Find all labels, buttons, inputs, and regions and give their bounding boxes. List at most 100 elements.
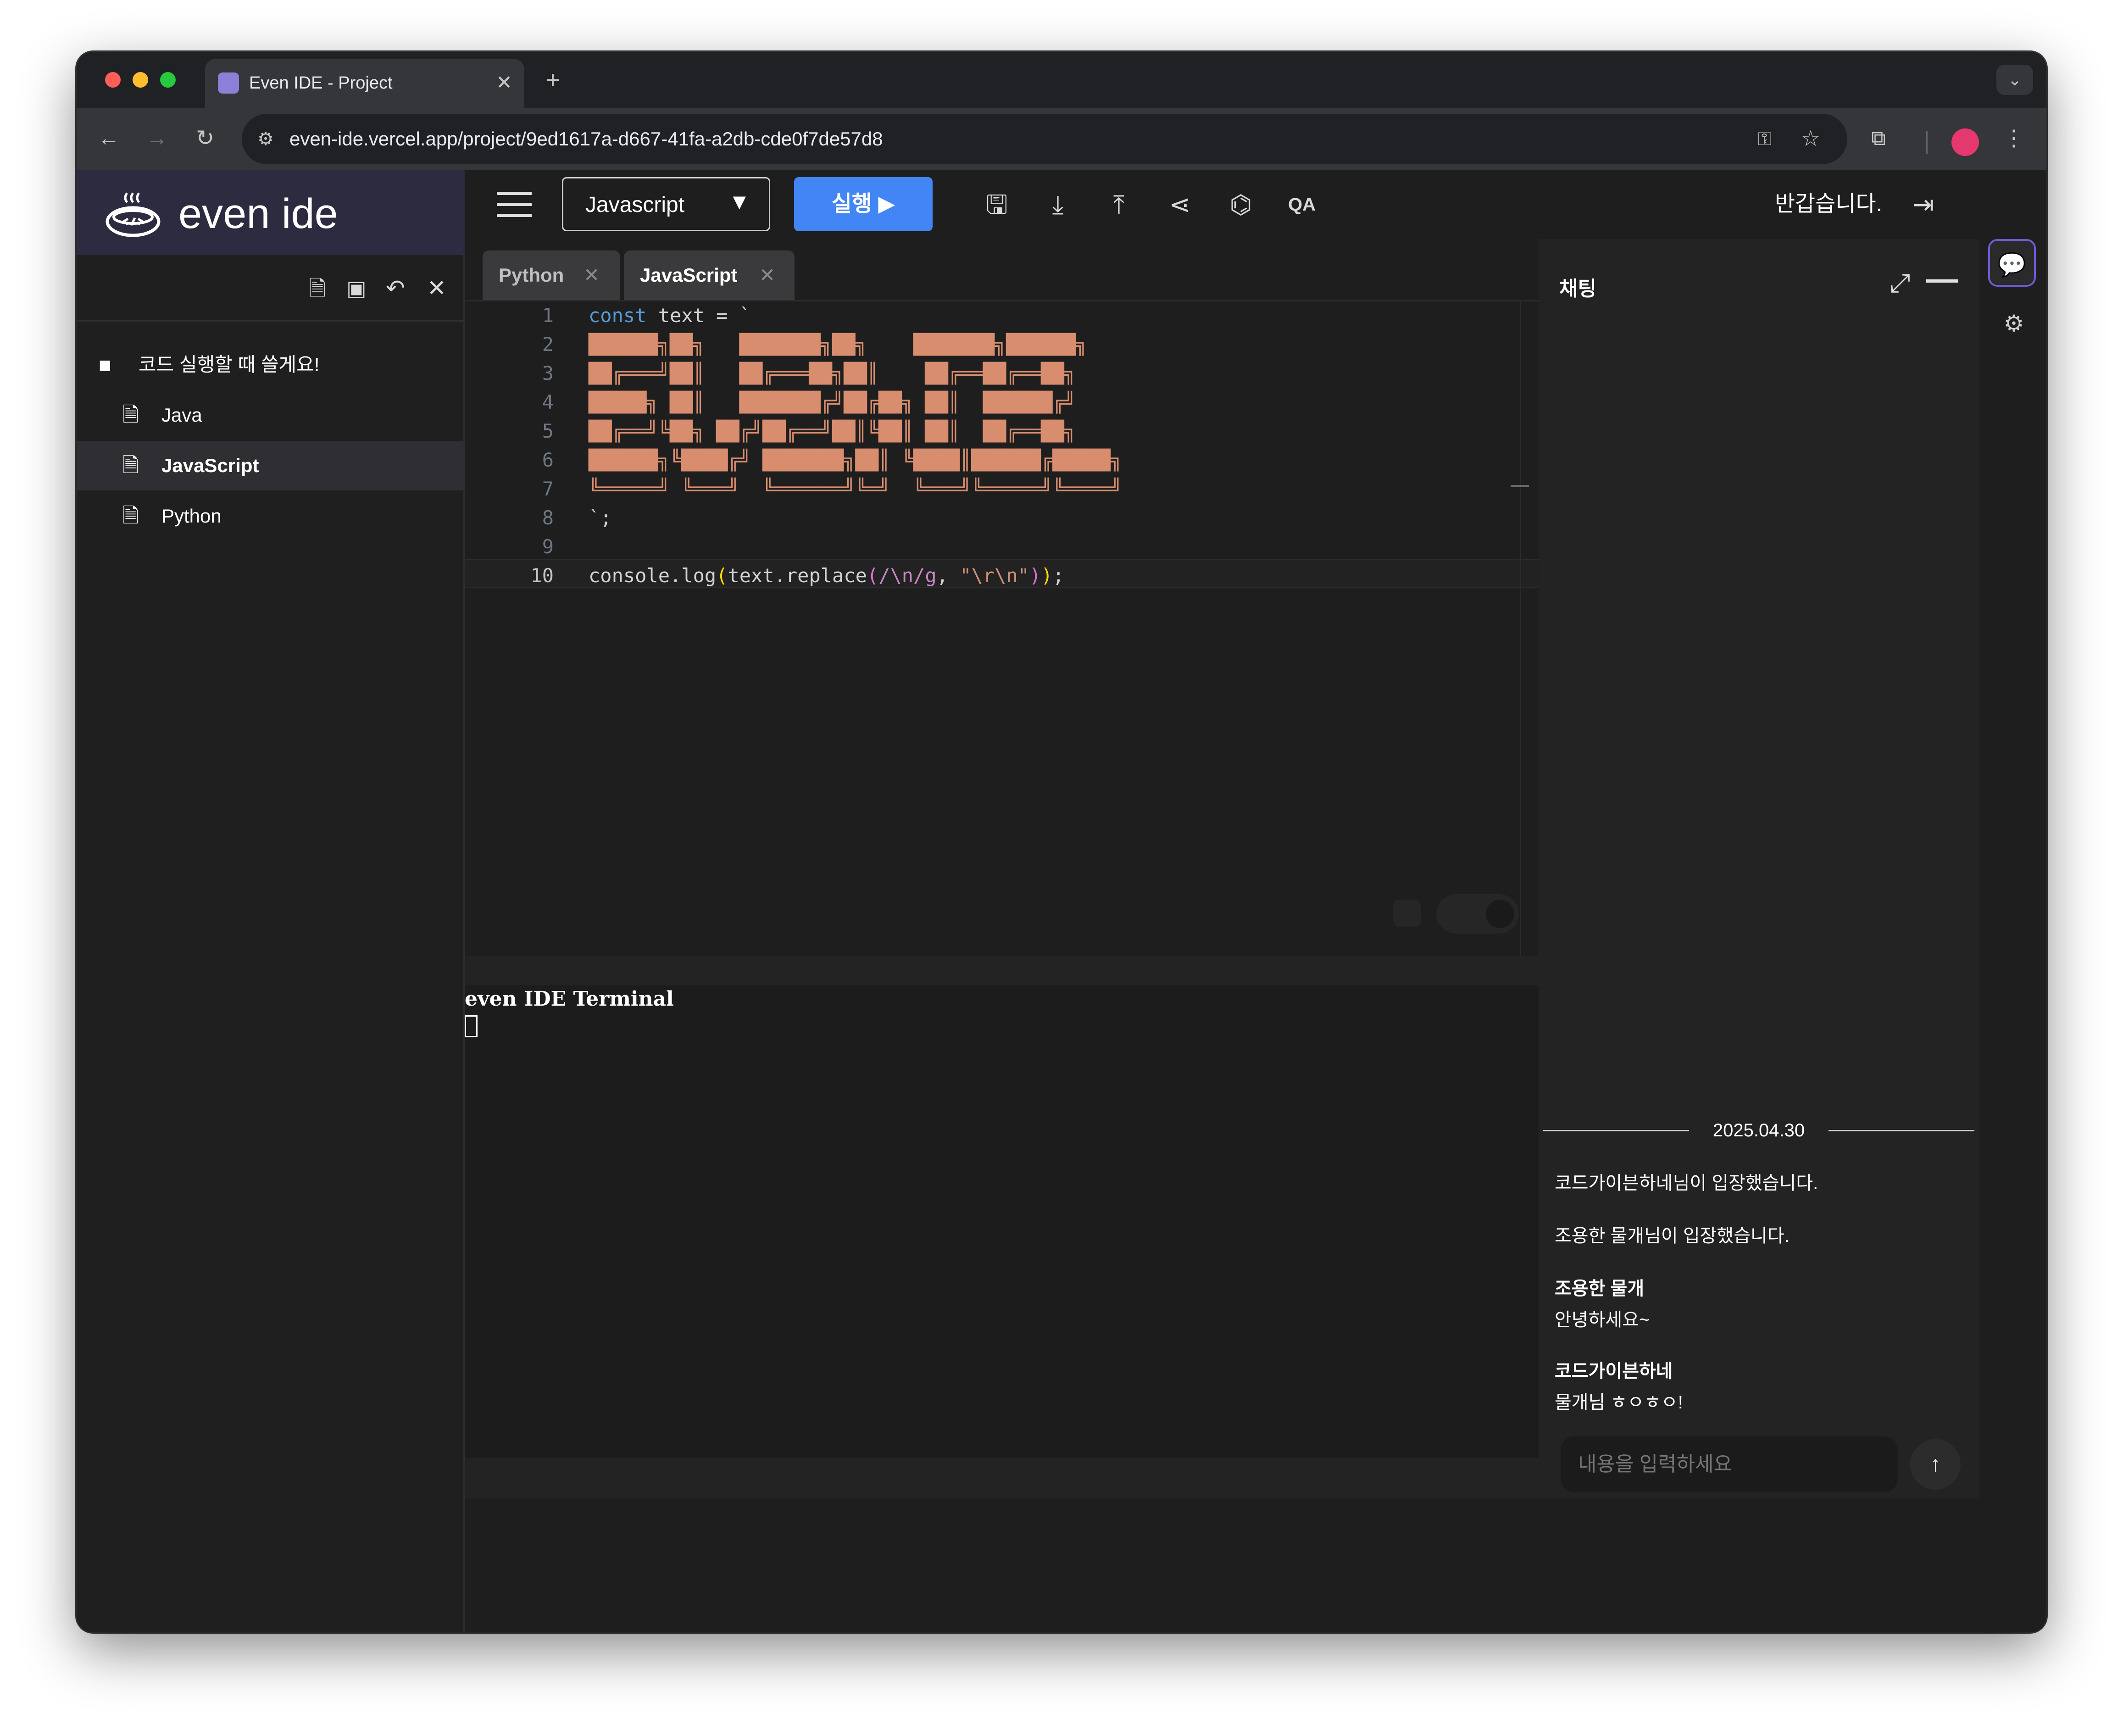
toggle-knob <box>1486 900 1514 928</box>
code-token: , <box>936 564 960 587</box>
language-value: Javascript <box>585 193 685 217</box>
file-name: Java <box>161 404 202 426</box>
file-row-javascript[interactable]: 🗎 JavaScript <box>77 441 465 490</box>
chat-input[interactable] <box>1561 1436 1898 1492</box>
send-button[interactable]: ↑ <box>1910 1439 1961 1490</box>
new-file-icon[interactable]: 🗎 <box>299 270 336 306</box>
site-settings-icon[interactable]: ⚙ <box>252 125 279 153</box>
even-ide-app: even ide 🗎 ▣ ↶ ✕ ■ 코드 실행할 때 쓸게요! 🗎 Java … <box>77 170 2046 1632</box>
new-tab-icon[interactable]: + <box>538 65 568 95</box>
chat-panel: 채팅 ⤢ 2025.04.30 코드가이븐하네님이 입장했습니다. 조용한 물개… <box>1539 239 1979 1498</box>
terminal-splitter[interactable] <box>465 956 1539 985</box>
code-line-10: console.log(text.replace(/\n/g, "\r\n"))… <box>589 561 1064 590</box>
line-number: 6 <box>542 449 554 471</box>
share-icon[interactable]: ⋖ <box>1162 186 1198 223</box>
undo-icon[interactable]: ↶ <box>377 270 414 306</box>
code-token: "\r\n" <box>960 564 1029 587</box>
line-number: 7 <box>542 478 554 500</box>
reload-icon[interactable]: ↻ <box>191 125 219 152</box>
download-icon[interactable]: ⤓ <box>1039 186 1076 223</box>
terminal-panel[interactable]: even IDE Terminal <box>465 985 1539 1458</box>
tab-javascript[interactable]: JavaScript ✕ <box>624 250 795 300</box>
file-row-python[interactable]: 🗎 Python <box>77 491 465 541</box>
close-tab-icon[interactable]: ✕ <box>490 69 518 96</box>
theme-toggle[interactable] <box>1436 894 1519 934</box>
terminal-cursor <box>465 1015 478 1037</box>
line-number: 2 <box>542 333 554 356</box>
close-window-button[interactable] <box>105 72 121 88</box>
language-select[interactable]: Javascript ▼ <box>562 177 770 231</box>
favicon-icon <box>218 72 239 94</box>
profile-avatar[interactable] <box>1951 128 1979 156</box>
expand-icon[interactable]: ⤢ <box>1883 266 1917 300</box>
code-line-8: `; <box>589 506 612 529</box>
right-rail: 💬 ⚙ <box>1979 239 2046 1632</box>
extensions-icon[interactable]: ⧉ <box>1865 125 1892 152</box>
run-button[interactable]: 실행 ▶ <box>794 177 933 231</box>
logout-icon[interactable]: ⇥ <box>1905 186 1942 223</box>
message-text: 물개님 ㅎㅇㅎㅇ! <box>1555 1392 1683 1413</box>
zoom-window-button[interactable] <box>160 72 176 88</box>
ascii-art-block: ██████╗██╗ ███████╗██╗ ███████╗██████╗ ██… <box>589 330 1122 503</box>
ascii-art-line: ██████╗╚████╔╝ ███████╗██║ ╚████║██████╔… <box>589 449 1123 471</box>
github-icon[interactable]: ⌬ <box>1223 186 1259 223</box>
line-number: 1 <box>542 304 554 327</box>
tab-label: JavaScript <box>640 264 738 286</box>
key-icon[interactable]: ⚿ <box>1751 125 1778 153</box>
ascii-art-line: ██╔═══╝██║ ██╔═══██╗██║ ██╔══██╔══██╗ <box>589 362 1076 384</box>
menu-icon[interactable]: ⋮ <box>2000 125 2028 152</box>
file-explorer-sidebar: even ide 🗎 ▣ ↶ ✕ ■ 코드 실행할 때 쓸게요! 🗎 Java … <box>77 170 465 1632</box>
minimize-window-button[interactable] <box>133 72 148 88</box>
code-token: text.replace <box>728 564 867 587</box>
file-icon: 🗎 <box>122 404 139 426</box>
code-text: text = ` <box>646 304 751 327</box>
system-message: 조용한 물개님이 입장했습니다. <box>1555 1226 1790 1246</box>
code-token: ( <box>716 564 728 587</box>
upload-icon[interactable]: ⤒ <box>1100 186 1137 223</box>
message-author: 조용한 물개 <box>1555 1279 1645 1299</box>
editor-scrollbar-track[interactable] <box>1520 301 1521 957</box>
chat-title: 채팅 <box>1559 278 1596 300</box>
minimize-chat-icon[interactable] <box>1926 279 1958 283</box>
url-text[interactable]: even-ide.vercel.app/project/9ed1617a-d66… <box>289 128 1482 150</box>
line-number: 10 <box>530 564 554 587</box>
file-icon: 🗎 <box>122 454 139 477</box>
tab-python[interactable]: Python ✕ <box>483 250 620 300</box>
forward-icon[interactable]: → <box>143 125 171 152</box>
new-folder-icon[interactable]: ▣ <box>338 270 375 306</box>
code-token: ) <box>1029 564 1041 587</box>
star-icon[interactable]: ☆ <box>1797 125 1824 153</box>
file-name: Python <box>161 505 222 527</box>
browser-tab[interactable]: Even IDE - Project ✕ <box>205 59 524 108</box>
folder-row[interactable]: ■ 코드 실행할 때 쓸게요! <box>77 340 465 389</box>
ascii-art-line: ██████╗██╗ ███████╗██╗ ███████╗██████╗ <box>589 333 1088 356</box>
close-tab-icon[interactable]: ✕ <box>584 250 600 300</box>
chat-date: 2025.04.30 <box>1712 1120 1805 1141</box>
chevron-down-icon: ▼ <box>728 190 750 214</box>
code-token: ( <box>867 564 879 587</box>
tab-search-icon[interactable]: ⌄ <box>1996 65 2033 95</box>
explorer-toolbar: 🗎 ▣ ↶ ✕ <box>77 255 465 322</box>
qa-icon[interactable]: QA <box>1284 186 1320 223</box>
brand-name: even ide <box>178 190 338 237</box>
save-icon[interactable]: 🖫 <box>978 186 1015 223</box>
address-bar[interactable]: ⚙ even-ide.vercel.app/project/9ed1617a-d… <box>242 114 1847 164</box>
ghost-icon[interactable] <box>1393 900 1421 927</box>
toolbar-divider <box>1926 131 1928 154</box>
file-icon: 🗎 <box>122 505 139 527</box>
tab-label: Python <box>499 264 564 286</box>
code-line-1: const text = ` <box>589 301 751 330</box>
close-explorer-icon[interactable]: ✕ <box>418 270 455 306</box>
hamburger-menu-icon[interactable] <box>497 191 532 218</box>
settings-chip-icon[interactable]: ⚙ <box>1990 300 2038 347</box>
browser-tabstrip: Even IDE - Project ✕ + ⌄ <box>77 52 2046 108</box>
close-tab-icon[interactable]: ✕ <box>759 250 775 300</box>
chat-toggle-icon[interactable]: 💬 <box>1988 239 2036 287</box>
message-text: 안녕하세요~ <box>1555 1310 1650 1330</box>
browser-toolbar: ← → ↻ ⚙ even-ide.vercel.app/project/9ed1… <box>77 108 2046 170</box>
back-icon[interactable]: ← <box>95 125 122 152</box>
file-row-java[interactable]: 🗎 Java <box>77 390 465 440</box>
browser-tab-title: Even IDE - Project <box>249 73 393 93</box>
greeting-text: 반갑습니다. <box>1774 192 1882 216</box>
code-token: /\n/g <box>878 564 937 587</box>
